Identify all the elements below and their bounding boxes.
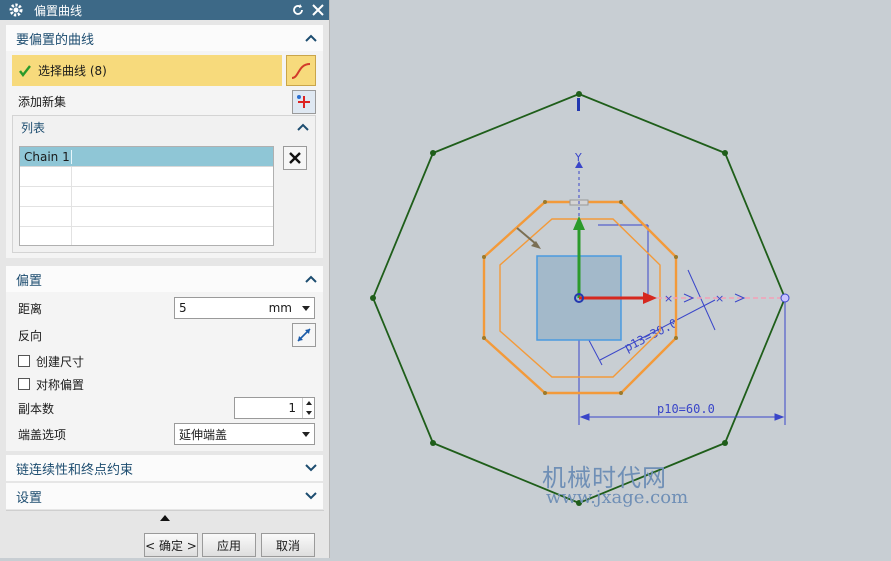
- watermark-url: www.jxage.com: [546, 487, 689, 508]
- settings-header[interactable]: 设置: [6, 483, 323, 509]
- reset-icon[interactable]: [289, 1, 307, 19]
- add-new-set-label: 添加新集: [18, 94, 67, 109]
- list-item: [20, 187, 273, 207]
- chevron-down-icon[interactable]: [305, 491, 317, 501]
- chain-continuity-title: 链连续性和终点约束: [16, 462, 134, 478]
- chevron-down-icon[interactable]: [302, 305, 310, 311]
- settings-section: 设置: [6, 483, 323, 509]
- triangle-up-icon[interactable]: [160, 514, 170, 521]
- list-item[interactable]: Chain 1: [20, 147, 273, 167]
- ok-button-label: < 确定 >: [145, 538, 197, 553]
- more-options-toggle[interactable]: [6, 510, 324, 524]
- wcs-x-arrow-icon: [643, 292, 657, 304]
- outer-dimension-label[interactable]: p10=60.0: [657, 402, 715, 416]
- chain-continuity-section: 链连续性和终点约束: [6, 455, 323, 481]
- distance-value[interactable]: 5: [179, 301, 269, 315]
- curves-section: 要偏置的曲线 选择曲线 (8) 添加新集 列表 Chain 1: [6, 25, 323, 258]
- chevron-down-icon[interactable]: [302, 431, 310, 437]
- list-item: [20, 227, 273, 245]
- chain-continuity-header[interactable]: 链连续性和终点约束: [6, 455, 323, 481]
- list-subsection: 列表 Chain 1: [12, 115, 316, 253]
- offset-section: 偏置 距离 5 mm 反向 创建尺寸 对称偏置 副本数 1 端盖选项 延伸端盖: [6, 266, 323, 451]
- copies-row: 副本数 1: [6, 396, 323, 420]
- symmetric-offset-label: 对称偏置: [36, 377, 85, 392]
- add-new-set-button[interactable]: [292, 90, 316, 114]
- symmetric-offset-row[interactable]: 对称偏置: [6, 372, 323, 396]
- x-marker-2: ×: [715, 292, 724, 305]
- top-marker: [577, 98, 580, 111]
- wcs-y-arrow-icon: [573, 216, 585, 230]
- reverse-direction-button[interactable]: [292, 323, 316, 347]
- list-item-label: Chain 1: [20, 149, 72, 164]
- stepper-up-icon[interactable]: [305, 401, 312, 405]
- cancel-button-label: 取消: [275, 538, 300, 553]
- distance-unit[interactable]: mm: [269, 301, 292, 315]
- check-icon: [19, 64, 31, 77]
- reverse-label: 反向: [18, 328, 43, 343]
- apply-button[interactable]: 应用: [202, 533, 256, 557]
- add-set-icon: [297, 95, 310, 108]
- gear-icon: [9, 3, 23, 17]
- copies-value[interactable]: 1: [235, 401, 302, 415]
- x-marker-1: ×: [664, 292, 673, 305]
- close-icon[interactable]: [309, 1, 327, 19]
- create-dimension-label: 创建尺寸: [36, 354, 85, 369]
- chevron-up-icon[interactable]: [305, 274, 317, 284]
- apply-button-label: 应用: [216, 538, 241, 553]
- list-item: [20, 207, 273, 227]
- endcap-value[interactable]: 延伸端盖: [179, 426, 302, 443]
- offset-curve-dialog: 偏置曲线 要偏置的曲线 选择曲线 (8) 添加新集 列表 Chain 1 偏置 …: [0, 0, 330, 558]
- reverse-direction-icon: [297, 328, 311, 342]
- inner-dimension-label[interactable]: p13=30.0: [622, 316, 680, 355]
- select-curve-row[interactable]: 选择曲线 (8): [12, 55, 282, 86]
- stepper-down-icon[interactable]: [305, 411, 312, 415]
- curves-section-title: 要偏置的曲线: [16, 32, 95, 48]
- remove-chain-button[interactable]: [283, 146, 307, 170]
- stepper-arrows[interactable]: [302, 398, 314, 418]
- copies-stepper[interactable]: 1: [234, 397, 315, 419]
- list-header[interactable]: 列表: [13, 116, 315, 138]
- reverse-row: 反向: [6, 323, 323, 347]
- endcap-row: 端盖选项 延伸端盖: [6, 422, 323, 446]
- chevron-down-icon[interactable]: [305, 463, 317, 473]
- endcap-select[interactable]: 延伸端盖: [174, 423, 315, 445]
- curves-section-header[interactable]: 要偏置的曲线: [6, 25, 323, 51]
- offset-section-title: 偏置: [16, 273, 43, 289]
- curve-select-icon[interactable]: [286, 55, 316, 86]
- delete-icon: [289, 152, 301, 164]
- end-point[interactable]: [780, 293, 790, 303]
- list-title: 列表: [21, 120, 46, 135]
- y-axis-label: Y: [574, 151, 582, 164]
- cancel-button[interactable]: 取消: [261, 533, 315, 557]
- ok-button[interactable]: < 确定 >: [144, 533, 198, 557]
- select-curve-label: 选择曲线 (8): [38, 64, 107, 78]
- dialog-titlebar: 偏置曲线: [0, 0, 329, 20]
- dialog-title: 偏置曲线: [34, 3, 83, 18]
- create-dimension-checkbox[interactable]: [18, 355, 30, 367]
- chevron-up-icon[interactable]: [305, 33, 317, 43]
- chevron-up-icon[interactable]: [297, 122, 309, 132]
- symmetric-offset-checkbox[interactable]: [18, 378, 30, 390]
- offset-section-header[interactable]: 偏置: [6, 266, 323, 292]
- distance-row: 距离 5 mm: [6, 296, 323, 320]
- chain-list[interactable]: Chain 1: [19, 146, 274, 246]
- create-dimension-row[interactable]: 创建尺寸: [6, 349, 323, 373]
- list-item: [20, 167, 273, 187]
- settings-title: 设置: [16, 490, 43, 506]
- distance-field[interactable]: 5 mm: [174, 297, 315, 319]
- add-new-set-row: 添加新集: [6, 89, 323, 113]
